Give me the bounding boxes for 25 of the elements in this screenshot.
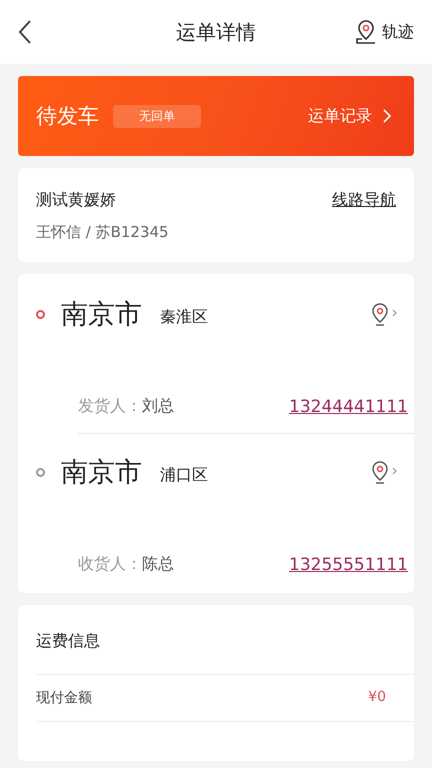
city-name: 南京市 xyxy=(61,298,142,332)
contact-name: 陈总 xyxy=(142,554,174,575)
consignor-name: 测试黄媛娇 xyxy=(36,190,116,211)
chevron-icon xyxy=(382,108,392,124)
route-navigation-link[interactable]: 线路导航 xyxy=(332,190,396,211)
page-title: 运单详情 xyxy=(176,18,256,46)
fee-label: 现付金额 xyxy=(36,689,92,707)
location-pin-icon xyxy=(354,19,378,45)
phone-link[interactable]: 13244441111 xyxy=(289,396,408,416)
driver-plate-text: 王怀信 / 苏B12345 xyxy=(36,223,170,242)
section-title: 运费信息 xyxy=(36,631,101,652)
phone-link[interactable]: 13255551111 xyxy=(289,554,408,574)
receipt-tag: 无回单 xyxy=(113,104,201,128)
contact-label: 发货人： xyxy=(78,396,142,417)
fee-value: ¥0 xyxy=(368,689,386,707)
track-button[interactable]: 轨迹 xyxy=(354,19,414,45)
city-name: 南京市 xyxy=(61,456,142,490)
district-name: 秦淮区 xyxy=(160,306,208,328)
contact-label: 收货人： xyxy=(78,554,142,575)
contact-name: 刘总 xyxy=(142,396,174,417)
record-link[interactable]: 运单记录 xyxy=(308,106,392,126)
back-button[interactable] xyxy=(18,19,32,45)
back-icon xyxy=(18,19,32,45)
status-text: 待发车 xyxy=(36,103,99,130)
district-name: 浦口区 xyxy=(160,464,208,486)
